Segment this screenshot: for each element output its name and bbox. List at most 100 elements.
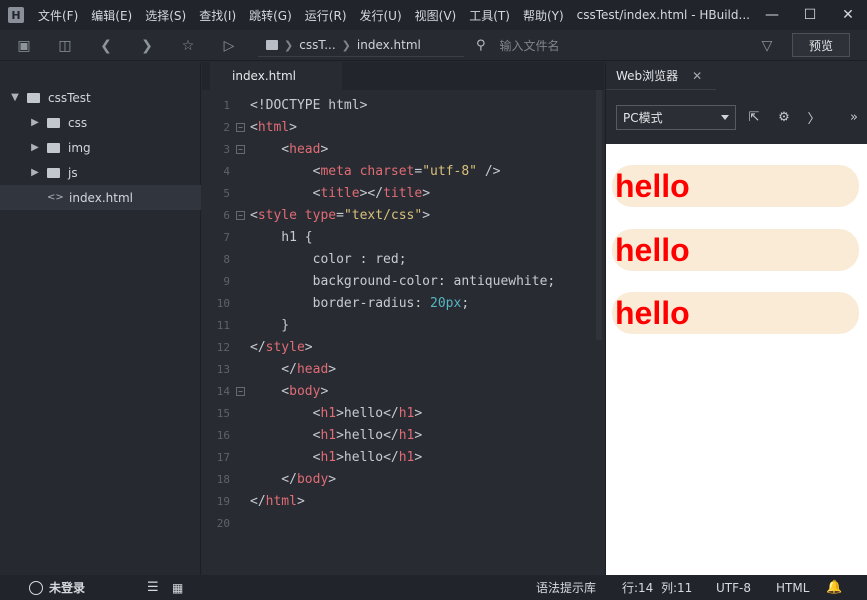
project-folder-icon — [27, 92, 40, 103]
status-bar: 未登录 ☰ ▦ 语法提示库 行:14 列:11 UTF-8 HTML 🔔 — [0, 575, 867, 600]
chevron-right-icon: ❯ — [284, 38, 294, 52]
folder-icon — [266, 40, 278, 50]
line-number: 4 — [223, 165, 230, 178]
tab-web-browser[interactable]: Web浏览器 ✕ — [606, 62, 716, 90]
hbuilder-logo-icon: H — [8, 7, 24, 23]
line-number: 13 — [216, 363, 230, 376]
code-line-12: </style> — [250, 340, 313, 355]
window-title: cssTest/index.html - HBuild... — [576, 8, 750, 22]
terminal-icon[interactable]: ▦ — [172, 575, 183, 600]
code-line-16: <h1>hello</h1> — [250, 428, 423, 443]
tree-folder-css[interactable]: ▶ css — [0, 110, 201, 135]
menu-publish[interactable]: 发行(U) — [360, 7, 402, 24]
line-number: 1 — [223, 99, 230, 112]
code-line-3: <head> — [250, 142, 329, 157]
menu-help[interactable]: 帮助(Y) — [523, 7, 564, 24]
line-number: 3 — [223, 143, 230, 156]
tree-folder-js[interactable]: ▶ js — [0, 160, 201, 185]
open-external-icon[interactable]: ⇱ — [746, 109, 762, 125]
tree-file-index[interactable]: <> index.html — [0, 185, 201, 210]
forward-icon[interactable]: ❯ — [138, 37, 156, 55]
line-number: 19 — [216, 495, 230, 508]
close-icon[interactable]: ✕ — [829, 0, 867, 30]
fold-toggle-icon[interactable]: − — [236, 145, 245, 154]
menu-tools[interactable]: 工具(T) — [469, 7, 510, 24]
breadcrumb-project[interactable]: cssT... — [299, 38, 335, 52]
close-icon[interactable]: ✕ — [692, 69, 702, 83]
code-editor[interactable]: 1 <!DOCTYPE html> 2− <html> 3− <head> 4 <m… — [202, 90, 604, 575]
gear-icon[interactable]: ⚙ — [776, 109, 792, 125]
tree-project-root[interactable]: ▼ cssTest — [0, 85, 201, 110]
search-placeholder: 输入文件名 — [499, 39, 560, 53]
file-search-input[interactable]: ⚲ 输入文件名 — [476, 34, 776, 57]
menu-goto[interactable]: 跳转(G) — [249, 7, 292, 24]
line-number: 20 — [216, 517, 230, 530]
line-number: 15 — [216, 407, 230, 420]
maximize-icon[interactable]: ☐ — [791, 0, 829, 30]
filter-icon[interactable]: ▽ — [758, 37, 776, 55]
syntax-hint-library[interactable]: 语法提示库 — [536, 575, 596, 600]
fold-toggle-icon[interactable]: − — [236, 387, 245, 396]
tab-index-html[interactable]: index.html — [210, 62, 342, 90]
cursor-column[interactable]: 列:11 — [661, 575, 692, 600]
menu-find[interactable]: 查找(I) — [199, 7, 236, 24]
bell-icon[interactable]: 🔔 — [826, 575, 842, 600]
main-toolbar: ▣ ◫ ❮ ❯ ☆ ▷ ❯ cssT... ❯ index.html ⚲ 输入文… — [0, 30, 867, 61]
menu-run[interactable]: 运行(R) — [305, 7, 347, 24]
tree-folder-img[interactable]: ▶ img — [0, 135, 201, 160]
code-line-18: </body> — [250, 472, 337, 487]
file-search-icon: ⚲ — [476, 38, 486, 53]
chevron-right-icon[interactable]: ▶ — [29, 167, 41, 178]
menu-file[interactable]: 文件(F) — [38, 7, 78, 24]
double-chevron-right-icon[interactable]: » — [846, 109, 862, 125]
line-number: 7 — [223, 231, 230, 244]
chevron-right-icon[interactable]: ▶ — [29, 142, 41, 153]
project-name: cssTest — [48, 90, 91, 105]
device-mode-select[interactable]: PC模式 — [616, 105, 736, 130]
folder-icon — [47, 167, 60, 178]
code-line-4: <meta charset="utf-8" /> — [250, 164, 501, 179]
web-browser-tab-label: Web浏览器 — [616, 69, 679, 83]
browser-viewport: hello hello hello — [606, 144, 867, 575]
back-icon[interactable]: ❮ — [97, 37, 115, 55]
device-mode-value: PC模式 — [623, 111, 663, 125]
breadcrumb-file[interactable]: index.html — [357, 38, 421, 52]
menu-view[interactable]: 视图(V) — [415, 7, 457, 24]
star-icon[interactable]: ☆ — [179, 37, 197, 55]
code-line-5: <title></title> — [250, 186, 431, 201]
line-number: 8 — [223, 253, 230, 266]
line-number: 10 — [216, 297, 230, 310]
line-number: 2 — [223, 121, 230, 134]
chevron-down-icon[interactable]: ▼ — [9, 92, 21, 103]
new-file-icon[interactable]: ▣ — [15, 37, 33, 55]
code-line-13: </head> — [250, 362, 337, 377]
preview-heading: hello — [612, 229, 859, 271]
minimize-icon[interactable]: — — [753, 0, 791, 30]
login-status[interactable]: 未登录 — [29, 575, 85, 600]
cursor-line[interactable]: 行:14 — [622, 575, 653, 600]
menu-edit[interactable]: 编辑(E) — [91, 7, 132, 24]
preview-heading: hello — [612, 292, 859, 334]
line-number: 9 — [223, 275, 230, 288]
language-mode[interactable]: HTML — [776, 575, 809, 600]
preview-heading: hello — [612, 165, 859, 207]
fold-toggle-icon[interactable]: − — [236, 123, 245, 132]
chevron-right-icon[interactable]: ▶ — [29, 117, 41, 128]
list-icon[interactable]: ☰ — [147, 575, 159, 600]
menu-bar: 文件(F) 编辑(E) 选择(S) 查找(I) 跳转(G) 运行(R) 发行(U… — [38, 7, 577, 24]
code-line-14: <body> — [250, 384, 329, 399]
folder-icon — [47, 117, 60, 128]
save-icon[interactable]: ◫ — [56, 37, 74, 55]
breadcrumb: ❯ cssT... ❯ index.html — [258, 34, 464, 57]
console-icon[interactable]: 〉 — [806, 109, 822, 127]
editor-scrollbar[interactable] — [596, 90, 602, 340]
menu-select[interactable]: 选择(S) — [145, 7, 186, 24]
fold-toggle-icon[interactable]: − — [236, 211, 245, 220]
code-line-10: border-radius: 20px; — [250, 296, 470, 311]
run-icon[interactable]: ▷ — [220, 37, 238, 55]
encoding[interactable]: UTF-8 — [716, 575, 751, 600]
line-number: 6 — [223, 209, 230, 222]
code-line-9: background-color: antiquewhite; — [250, 274, 556, 289]
code-line-15: <h1>hello</h1> — [250, 406, 423, 421]
preview-button[interactable]: 预览 — [792, 33, 850, 57]
